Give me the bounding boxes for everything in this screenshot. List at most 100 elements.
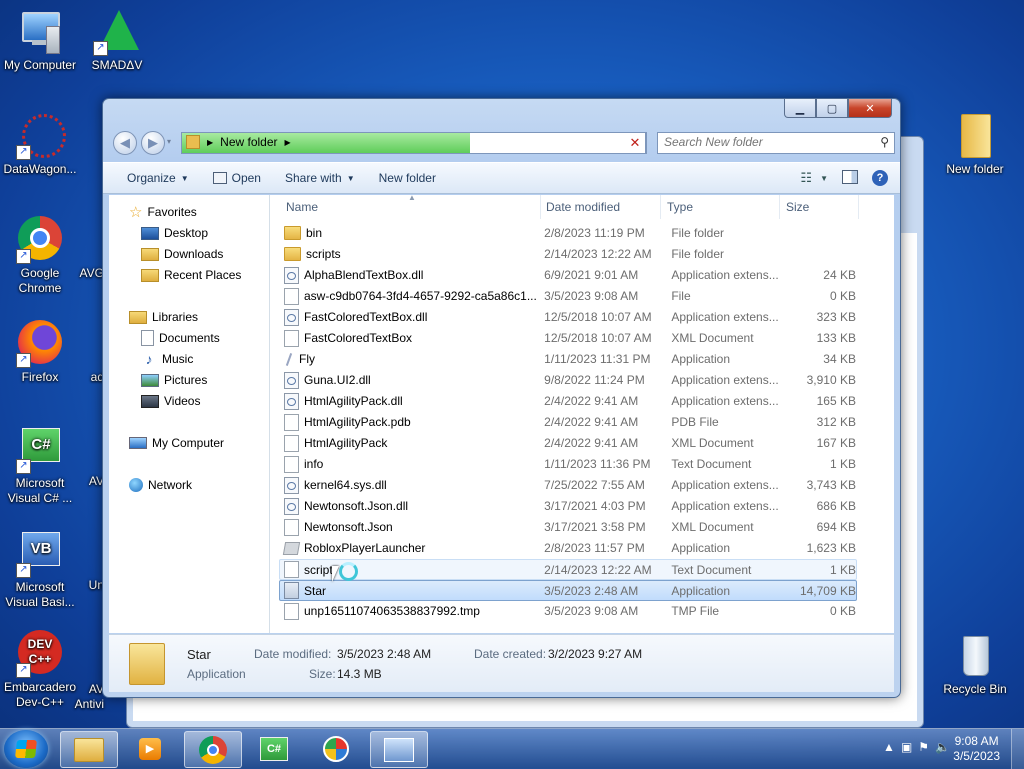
nav-recent-places[interactable]: Recent Places: [141, 266, 241, 284]
file-row[interactable]: scripts 2/14/2023 12:22 AM File folder: [280, 244, 856, 264]
file-row[interactable]: HtmlAgilityPack 2/4/2022 9:41 AM XML Docum…: [280, 433, 856, 453]
share-with-button[interactable]: Share with ▼: [273, 165, 367, 191]
nav-favorites[interactable]: ☆ Favorites: [129, 203, 197, 221]
back-button[interactable]: ◀: [113, 131, 137, 155]
open-button[interactable]: Open: [201, 165, 273, 191]
details-date-modified: 3/5/2023 2:48 AM: [337, 647, 432, 661]
minimize-button[interactable]: ▁: [784, 99, 816, 118]
help-button[interactable]: ?: [872, 170, 888, 186]
desktop-icon-google-chrome[interactable]: ↗ Google Chrome: [0, 216, 80, 296]
file-row[interactable]: FastColoredTextBox.dll 12/5/2018 10:07 AM…: [280, 307, 856, 327]
file-row[interactable]: HtmlAgilityPack.dll 2/4/2022 9:41 AM Appli…: [280, 391, 856, 411]
file-row[interactable]: FastColoredTextBox 12/5/2018 10:07 AM XML …: [280, 328, 856, 348]
details-date-modified-label: Date modified:: [254, 647, 332, 661]
taskbar-app-window[interactable]: [370, 731, 428, 768]
nav-documents[interactable]: Documents: [141, 329, 220, 347]
stop-button[interactable]: ✕: [625, 132, 646, 154]
column-header-size[interactable]: Size: [780, 195, 859, 219]
sort-ascending-icon: ▲: [408, 193, 416, 202]
preview-pane-button[interactable]: [842, 169, 858, 187]
desktop-icon-datawagon[interactable]: ↗ DataWagon...: [0, 112, 80, 177]
file-row[interactable]: Newtonsoft.Json.dll 3/17/2021 4:03 PM Appl…: [280, 496, 856, 516]
nav-pictures[interactable]: Pictures: [141, 371, 207, 389]
search-box[interactable]: ⚲: [657, 132, 895, 154]
file-row-selected[interactable]: Star 3/5/2023 2:48 AM Application 14,709 KB: [279, 580, 857, 601]
desktop-icon-new-folder[interactable]: New folder: [935, 112, 1015, 177]
file-row[interactable]: bin 2/8/2023 11:19 PM File folder: [280, 223, 856, 243]
dll-file-icon: [284, 476, 299, 494]
desktop-icon-visual-csharp[interactable]: C# ↗ Microsoft Visual C# ...: [0, 426, 80, 506]
desktop-icon-smadav[interactable]: ↗ SMADΔV: [77, 8, 157, 73]
start-button[interactable]: [4, 730, 48, 768]
taskbar-chrome[interactable]: [184, 731, 242, 768]
taskbar-avg[interactable]: [308, 731, 364, 766]
taskbar-explorer[interactable]: [60, 731, 118, 768]
breadcrumb-new-folder[interactable]: New folder: [220, 135, 277, 149]
address-bar[interactable]: ▶ New folder ▶ ▼: [181, 132, 647, 154]
system-clock[interactable]: 9:08 AM 3/5/2023: [953, 734, 1000, 764]
nav-libraries[interactable]: Libraries: [129, 308, 198, 326]
show-desktop-button[interactable]: [1011, 729, 1024, 769]
breadcrumb-separator-icon[interactable]: ▶: [285, 138, 291, 147]
change-view-button[interactable]: ☷ ▼: [800, 170, 828, 186]
file-row[interactable]: info 1/11/2023 11:36 PM Text Document 1 KB: [280, 454, 856, 474]
desktop-icon-partial-ad[interactable]: ad: [64, 370, 104, 385]
file-row[interactable]: Guna.UI2.dll 9/8/2022 11:24 PM Application…: [280, 370, 856, 390]
desktop-icon-partial-av[interactable]: AV: [64, 474, 104, 489]
address-folder-icon: [186, 135, 200, 149]
close-button[interactable]: ✕: [848, 99, 892, 118]
open-app-icon: [212, 172, 227, 184]
file-list-view[interactable]: Name ▲ Date modified Type Size bin 2/8/20…: [270, 193, 894, 633]
help-icon: ?: [872, 170, 888, 186]
nav-my-computer[interactable]: My Computer: [129, 434, 224, 452]
nav-music[interactable]: ♪ Music: [141, 350, 194, 368]
details-size-label: Size:: [309, 667, 336, 681]
explorer-window[interactable]: ▁ ▢ ✕ ◀ ▶ ▾ ▶ New folder ▶ ▼ ✕ ⚲ Organiz…: [102, 98, 901, 698]
desktop-icon-my-computer[interactable]: My Computer: [0, 8, 80, 73]
nav-downloads[interactable]: Downloads: [141, 245, 223, 263]
desktop-icon-partial-un[interactable]: Un: [64, 578, 104, 593]
desktop-icon-label: Recycle Bin: [943, 682, 1007, 696]
organize-button[interactable]: Organize ▼: [115, 165, 201, 191]
nav-network[interactable]: Network: [129, 476, 192, 494]
media-player-icon: ▶: [139, 737, 161, 760]
search-icon[interactable]: ⚲: [880, 135, 889, 149]
file-row[interactable]: AlphaBlendTextBox.dll 6/9/2021 9:01 AM App…: [280, 265, 856, 285]
chrome-icon: ↗: [16, 216, 64, 264]
maximize-button[interactable]: ▢: [816, 99, 848, 118]
taskbar-media-player[interactable]: ▶: [122, 731, 178, 766]
desktop-icon-partial-antivirus[interactable]: AV Antivi: [64, 682, 104, 712]
action-center-flag-icon[interactable]: ⚑: [918, 740, 935, 754]
column-header-date[interactable]: Date modified: [540, 195, 661, 219]
breadcrumb-separator-icon[interactable]: ▶: [207, 138, 213, 147]
file-row-hovered[interactable]: script 2/14/2023 12:22 AM Text Document 1 K…: [279, 559, 857, 580]
forward-button[interactable]: ▶: [141, 131, 165, 155]
nav-videos[interactable]: Videos: [141, 392, 200, 410]
file-row[interactable]: unp16511074063538837992.tmp 3/5/2023 9:08…: [280, 601, 856, 621]
file-row[interactable]: RobloxPlayerLauncher 2/8/2023 11:57 PM App…: [280, 538, 856, 558]
chrome-icon: [199, 735, 227, 764]
taskbar-visual-csharp[interactable]: C#: [246, 731, 302, 766]
notification-area[interactable]: ▲▣⚑🔈: [883, 740, 956, 754]
file-row[interactable]: Fly 1/11/2023 11:31 PM Application 34 KB: [280, 349, 856, 369]
dll-file-icon: [284, 497, 299, 515]
recent-pages-icon[interactable]: ▾: [167, 137, 171, 146]
desktop-icon-visual-basic[interactable]: VB ↗ Microsoft Visual Basi...: [0, 530, 80, 610]
desktop-icon-partial-avg[interactable]: AVG: [64, 266, 104, 281]
details-date-created-label: Date created:: [474, 647, 547, 661]
document-icon: [284, 287, 299, 305]
file-row[interactable]: kernel64.sys.dll 7/25/2022 7:55 AM Applica…: [280, 475, 856, 495]
show-hidden-icons-icon[interactable]: ▲: [883, 740, 901, 754]
column-header-name[interactable]: Name ▲: [280, 193, 541, 219]
nav-desktop[interactable]: Desktop: [141, 224, 208, 242]
file-row[interactable]: HtmlAgilityPack.pdb 2/4/2022 9:41 AM PDB F…: [280, 412, 856, 432]
column-header-type[interactable]: Type: [661, 195, 780, 219]
file-row[interactable]: Newtonsoft.Json 3/17/2021 3:58 PM XML Docu…: [280, 517, 856, 537]
shortcut-arrow-icon: ↗: [16, 353, 31, 368]
desktop-icon-recycle-bin[interactable]: Recycle Bin: [935, 632, 1015, 697]
caption-buttons: ▁ ▢ ✕: [784, 99, 892, 118]
network-tray-icon[interactable]: ▣: [901, 740, 918, 754]
search-input[interactable]: [658, 133, 869, 151]
file-row[interactable]: asw-c9db0764-3fd4-4657-9292-ca5a86c1... 3…: [280, 286, 856, 306]
dll-file-icon: [284, 308, 299, 326]
